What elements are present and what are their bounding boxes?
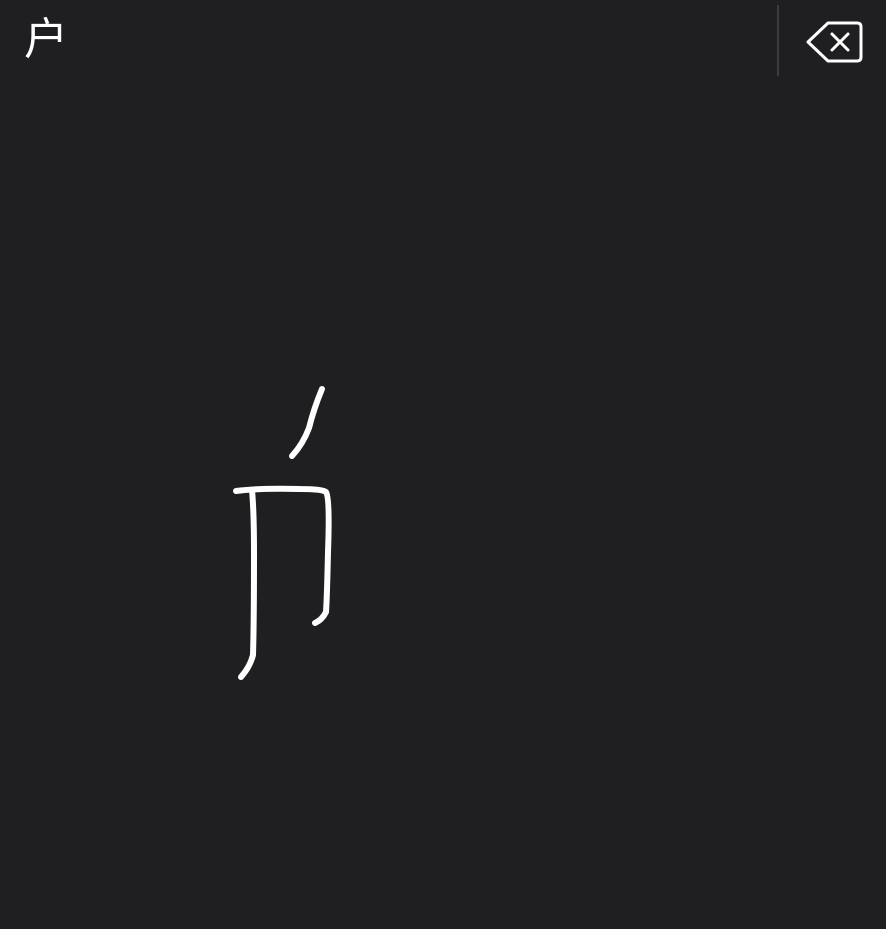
candidate-bar: 户 <box>0 0 886 82</box>
delete-button[interactable] <box>800 14 870 72</box>
ink-stroke-dot <box>289 386 325 459</box>
ink-stroke-frame <box>233 485 332 626</box>
ink-strokes <box>233 386 332 680</box>
handwriting-canvas[interactable] <box>0 82 886 929</box>
ink-stroke-left <box>238 487 257 680</box>
bar-divider <box>777 5 779 76</box>
candidate-character[interactable]: 户 <box>24 12 68 68</box>
handwriting-keyboard: 户 <box>0 0 886 929</box>
backspace-icon <box>806 21 863 63</box>
